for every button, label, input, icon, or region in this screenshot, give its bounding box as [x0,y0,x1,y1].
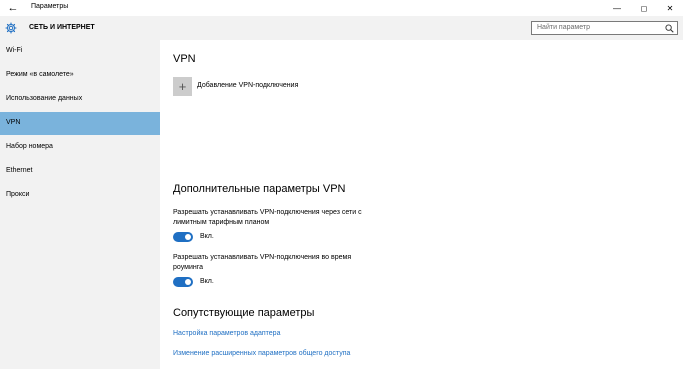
sidebar-item-ethernet[interactable]: Ethernet [0,160,160,183]
sidebar-item-label: VPN [6,119,21,126]
roaming-toggle-state: Вкл. [200,278,214,285]
sidebar-item-wifi[interactable]: Wi-Fi [0,40,160,63]
close-button[interactable]: ✕ [657,0,683,16]
sidebar-item-proxy[interactable]: Прокси [0,184,160,207]
gear-icon [5,22,17,34]
maximize-button[interactable]: ◻ [631,0,657,16]
metered-toggle[interactable] [173,232,193,242]
roaming-toggle[interactable] [173,277,193,287]
search-input[interactable]: Найти параметр [531,21,678,35]
plus-icon: + [178,79,187,94]
related-heading: Сопутствующие параметры [173,307,315,319]
sidebar-item-label: Использование данных [6,95,83,102]
sidebar-item-dial-up[interactable]: Набор номера [0,136,160,159]
add-vpn-button[interactable]: + [173,77,192,96]
search-icon[interactable] [665,24,674,33]
window-title: Параметры [31,3,69,10]
metered-toggle-state: Вкл. [200,233,214,240]
sidebar-item-vpn[interactable]: VPN [0,112,160,135]
sidebar-item-label: Режим «в самолете» [6,71,74,78]
sidebar-item-label: Ethernet [6,167,33,174]
sidebar-item-data-usage[interactable]: Использование данных [0,88,160,111]
page-header: СЕТЬ И ИНТЕРНЕТ Найти параметр [0,16,683,40]
sidebar-item-label: Прокси [6,191,30,198]
sidebar: Wi-Fi Режим «в самолете» Использование д… [0,40,160,369]
back-button[interactable]: ← [0,0,26,16]
vpn-heading: VPN [173,53,196,65]
option-metered-text: Разрешать устанавливать VPN-подключения … [173,209,362,226]
sidebar-item-airplane-mode[interactable]: Режим «в самолете» [0,64,160,87]
sidebar-item-label: Набор номера [6,143,53,150]
option-roaming-text: Разрешать устанавливать VPN-подключения … [173,254,352,271]
minimize-button[interactable]: — [604,0,630,16]
page-title: СЕТЬ И ИНТЕРНЕТ [29,24,95,31]
advanced-heading: Дополнительные параметры VPN [173,183,346,195]
sharing-settings-link[interactable]: Изменение расширенных параметров общего … [173,350,350,357]
adapter-settings-link[interactable]: Настройка параметров адаптера [173,330,280,337]
search-placeholder: Найти параметр [537,24,590,31]
sidebar-item-label: Wi-Fi [6,47,23,54]
toggle-knob [185,234,191,240]
title-bar: ← Параметры — ◻ ✕ [0,0,683,16]
toggle-knob [185,279,191,285]
add-vpn-label[interactable]: Добавление VPN-подключения [197,81,298,91]
